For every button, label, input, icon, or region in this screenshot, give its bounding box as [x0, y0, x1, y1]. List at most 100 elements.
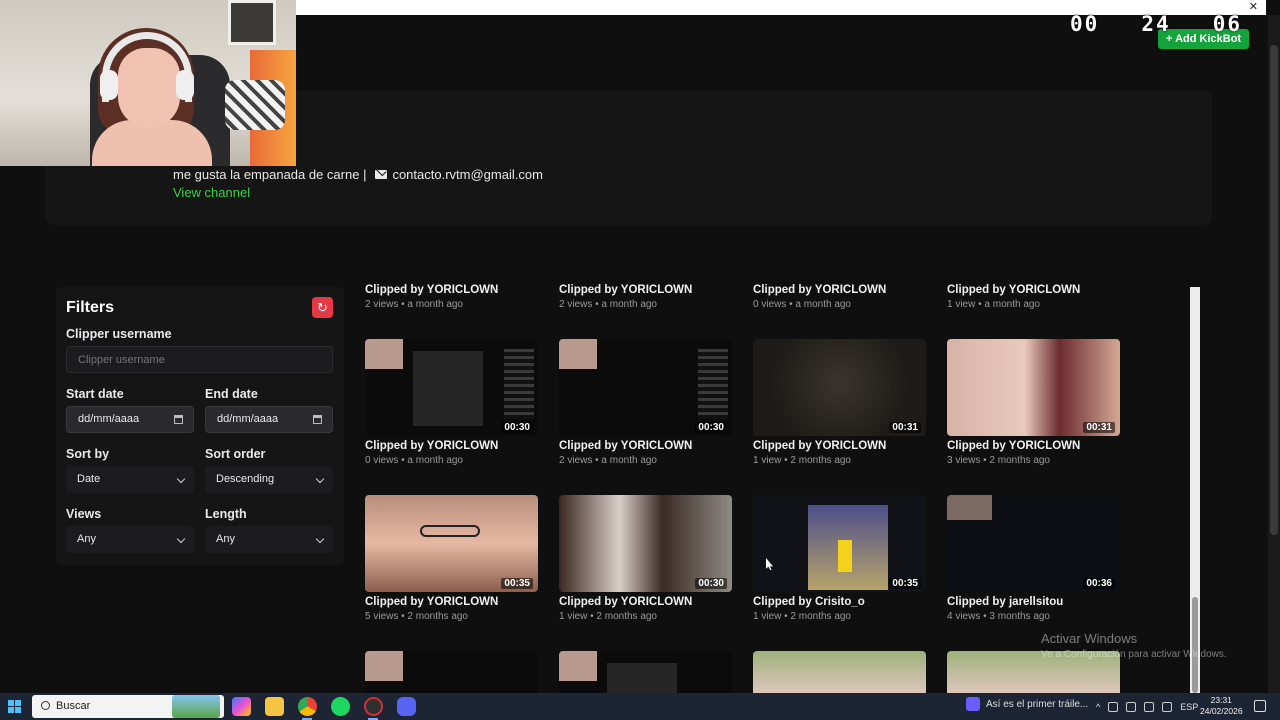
views-select[interactable]: Any [66, 526, 194, 553]
clip-card[interactable]: Clipped by YORICLOWN 1 view • 2 months ag… [559, 596, 734, 622]
clip-thumbnail[interactable]: 00:30 [559, 495, 732, 592]
spotify-icon[interactable] [331, 697, 350, 716]
calendar-icon[interactable] [313, 415, 322, 424]
views-label: Views [66, 507, 102, 521]
sort-order-select[interactable]: Descending [205, 466, 333, 493]
copilot-icon[interactable] [232, 697, 251, 716]
clip-thumbnail[interactable] [559, 651, 732, 693]
start-date-input[interactable]: dd/mm/aaaa [66, 406, 194, 433]
clip-clipper: Clipped by YORICLOWN [753, 440, 887, 452]
clip-stats: 1 view • 2 months ago [559, 611, 657, 622]
clip-thumbnail[interactable]: 00:31 [947, 339, 1120, 436]
clip-thumbnail[interactable]: 00:35 [753, 495, 926, 592]
obs-icon[interactable] [364, 697, 383, 716]
chrome-icon[interactable] [298, 697, 317, 716]
timer-hours: 00 [1070, 12, 1100, 36]
page-scrollbar[interactable] [1268, 15, 1280, 693]
end-date-label: End date [205, 387, 258, 401]
filters-panel: Filters ↻ Clipper username Start date dd… [56, 287, 344, 565]
clipper-username-input[interactable] [66, 346, 333, 373]
clip-card[interactable]: Clipped by YORICLOWN 2 views • a month ag… [559, 284, 734, 310]
network-icon[interactable] [1108, 701, 1119, 712]
clip-thumbnail[interactable]: 00:35 [365, 495, 538, 592]
clip-thumbnail[interactable]: 00:30 [559, 339, 732, 436]
media-icon [966, 697, 980, 711]
sort-order-label: Sort order [205, 447, 266, 461]
page-scrollbar-thumb[interactable] [1270, 45, 1278, 535]
clip-duration: 00:35 [501, 578, 533, 589]
clip-card[interactable]: Clipped by YORICLOWN 2 views • a month ag… [559, 440, 734, 466]
filters-title: Filters [66, 299, 115, 316]
clip-thumbnail[interactable]: 00:30 [365, 339, 538, 436]
clip-card[interactable]: Clipped by YORICLOWN 3 views • 2 months a… [947, 440, 1122, 466]
chevron-down-icon [176, 534, 186, 544]
clip-stats: 1 view • a month ago [947, 299, 1040, 310]
clip-thumbnail[interactable] [365, 651, 538, 693]
battery-icon[interactable] [1144, 701, 1155, 712]
clip-card[interactable]: Clipped by YORICLOWN 2 views • a month ag… [365, 284, 540, 310]
search-icon [41, 701, 50, 710]
clip-duration: 00:31 [1083, 422, 1115, 433]
timer-minutes: 24 [1141, 12, 1171, 36]
language-indicator[interactable]: ESP [1180, 702, 1198, 712]
view-channel-link[interactable]: View channel [173, 185, 250, 200]
windows-taskbar: Buscar Así es el primer tráile... ^ ESP … [0, 693, 1280, 720]
activate-windows-watermark: Activar Windows Ve a Configuración para … [1041, 631, 1227, 660]
views-value: Any [77, 533, 96, 545]
calendar-icon[interactable] [174, 415, 183, 424]
clip-card[interactable]: Clipped by YORICLOWN 5 views • 2 months a… [365, 596, 540, 622]
clock-time: 23:31 [1210, 695, 1232, 705]
media-title: Así es el primer tráile... [986, 698, 1089, 710]
end-date-input[interactable]: dd/mm/aaaa [205, 406, 333, 433]
chevron-down-icon [315, 534, 325, 544]
notification-icon[interactable] [1254, 700, 1266, 712]
clip-card[interactable]: Clipped by YORICLOWN 1 view • a month ago [947, 284, 1122, 310]
timer-seconds-label: SECONDS [1201, 3, 1242, 12]
microphone-icon[interactable] [1126, 701, 1137, 712]
watermark-title: Activar Windows [1041, 631, 1138, 646]
watermark-subtitle: Ve a Configuración para activar Windows. [1041, 649, 1227, 660]
start-button[interactable] [0, 693, 28, 720]
clip-duration: 00:35 [889, 578, 921, 589]
taskbar-search-label: Buscar [56, 700, 91, 712]
clip-duration: 00:30 [695, 578, 727, 589]
sort-by-select[interactable]: Date [66, 466, 194, 493]
clip-clipper: Clipped by YORICLOWN [559, 440, 693, 452]
clip-clipper: Clipped by YORICLOWN [559, 284, 693, 296]
clip-duration: 00:30 [501, 422, 533, 433]
clock-date: 24/02/2026 [1200, 706, 1243, 716]
clip-duration: 00:36 [1083, 578, 1115, 589]
clip-clipper: Clipped by YORICLOWN [559, 596, 693, 608]
mail-icon [375, 170, 388, 179]
end-date-value: dd/mm/aaaa [217, 413, 279, 425]
length-select[interactable]: Any [205, 526, 333, 553]
clip-card[interactable]: Clipped by jarellsitou 4 views • 3 months… [947, 596, 1122, 622]
chevron-up-icon[interactable]: ^ [1096, 702, 1100, 712]
clip-thumbnail[interactable]: 00:36 [947, 495, 1120, 592]
taskbar-search[interactable]: Buscar [32, 695, 224, 718]
clip-card[interactable]: Clipped by Crisito_o 1 view • 2 months ag… [753, 596, 928, 622]
close-icon[interactable]: ✕ [1249, 0, 1258, 14]
windows-logo-icon [7, 700, 21, 713]
clip-thumbnail[interactable] [753, 651, 926, 693]
clip-card[interactable]: Clipped by YORICLOWN 0 views • a month ag… [365, 440, 540, 466]
media-widget[interactable]: Así es el primer tráile... [966, 697, 1088, 711]
clip-card[interactable]: Clipped by YORICLOWN 1 view • 2 months ag… [753, 440, 928, 466]
timer-minutes-label: MINUTES [1129, 3, 1171, 12]
clip-stats: 2 views • a month ago [559, 455, 657, 466]
clip-stats: 5 views • 2 months ago [365, 611, 468, 622]
volume-icon[interactable] [1162, 701, 1173, 712]
taskbar-clock[interactable]: 23:31 24/02/2026 [1200, 695, 1243, 717]
clip-clipper: Clipped by YORICLOWN [947, 440, 1081, 452]
length-label: Length [205, 507, 247, 521]
clip-card[interactable]: Clipped by YORICLOWN 0 views • a month ag… [753, 284, 928, 310]
clip-thumbnail[interactable]: 00:31 [753, 339, 926, 436]
clip-stats: 1 view • 2 months ago [753, 455, 851, 466]
channel-bio-text: me gusta la empanada de carne | [173, 167, 367, 182]
clip-stats: 1 view • 2 months ago [753, 611, 851, 622]
file-explorer-icon[interactable] [265, 697, 284, 716]
refresh-icon[interactable]: ↻ [312, 297, 333, 318]
sort-by-label: Sort by [66, 447, 110, 461]
chevron-down-icon [176, 474, 186, 484]
discord-icon[interactable] [397, 697, 416, 716]
